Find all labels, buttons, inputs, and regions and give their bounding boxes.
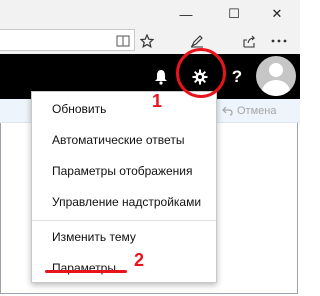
undo-icon	[222, 106, 233, 116]
menu-item-label: Обновить	[52, 102, 107, 116]
menu-item-change-theme[interactable]: Изменить тему	[32, 222, 216, 252]
more-options-icon[interactable]	[268, 30, 290, 52]
menu-item-manage-addins[interactable]: Управление надстройками	[32, 187, 216, 217]
menu-item-auto-replies[interactable]: Автоматические ответы	[32, 125, 216, 155]
menu-item-options[interactable]: Параметры	[32, 253, 216, 283]
menu-item-label: Автоматические ответы	[52, 133, 185, 147]
browser-toolbar	[0, 28, 300, 54]
menu-item-label: Параметры отображения	[52, 164, 193, 178]
avatar-body	[262, 80, 290, 96]
share-icon[interactable]	[238, 30, 260, 52]
minimize-button[interactable]: —	[163, 0, 209, 28]
menu-item-label: Управление надстройками	[52, 195, 202, 209]
annotation-step-1: 1	[152, 91, 163, 111]
annotation-underline	[45, 270, 127, 273]
maximize-button[interactable]: ☐	[211, 0, 257, 28]
help-label: ?	[231, 66, 243, 86]
menu-item-label: Изменить тему	[52, 230, 136, 244]
undo-button[interactable]: Отмена	[222, 99, 276, 123]
close-icon: ✕	[271, 6, 283, 21]
avatar-head	[269, 63, 283, 77]
close-button[interactable]: ✕	[254, 0, 300, 28]
menu-item-display-settings[interactable]: Параметры отображения	[32, 156, 216, 186]
avatar[interactable]	[256, 56, 296, 96]
favorite-star-icon[interactable]	[136, 30, 158, 52]
reading-view-icon[interactable]	[112, 30, 134, 52]
maximize-icon: ☐	[228, 6, 240, 21]
undo-label: Отмена	[237, 105, 277, 117]
annotation-step-2: 2	[134, 250, 145, 270]
menu-divider	[32, 220, 216, 221]
settings-menu: Обновить Автоматические ответы Параметры…	[31, 91, 217, 283]
title-bar: — ☐ ✕	[0, 0, 300, 28]
menu-item-refresh[interactable]: Обновить	[32, 94, 216, 124]
help-icon[interactable]: ?	[228, 54, 246, 99]
minimize-icon: —	[179, 6, 193, 22]
annotation-circle	[176, 48, 226, 98]
